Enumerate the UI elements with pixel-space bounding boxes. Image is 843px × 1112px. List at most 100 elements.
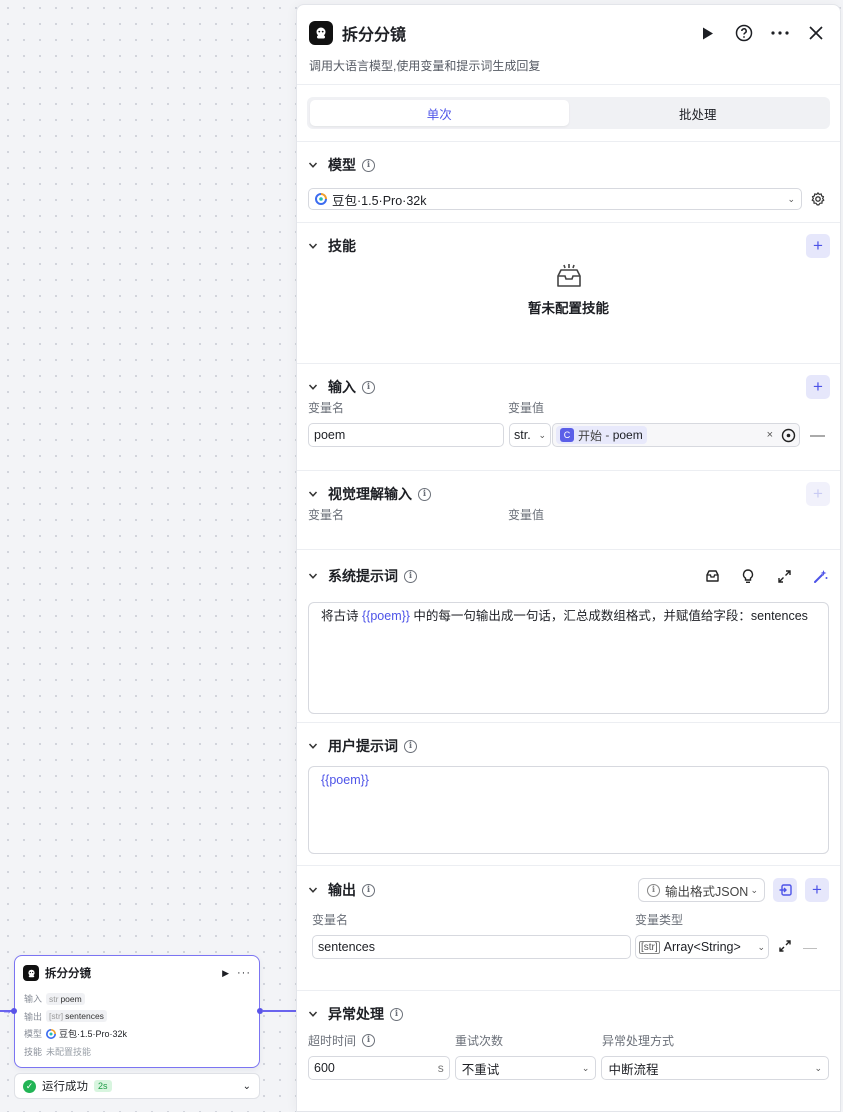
info-icon[interactable]: i (404, 739, 417, 753)
panel-description: 调用大语言模型,使用变量和提示词生成回复 (309, 59, 541, 73)
info-icon[interactable]: i (362, 1033, 376, 1047)
output-name-field[interactable]: sentences (312, 935, 631, 959)
add-vision-input-button[interactable]: + (806, 482, 830, 506)
remove-output-icon[interactable]: — (803, 939, 817, 955)
chevron-down-icon: ⌄ (581, 1062, 590, 1073)
remove-input-icon[interactable]: — (810, 427, 825, 444)
info-icon: i (647, 883, 660, 897)
run-button[interactable] (696, 21, 720, 45)
input-section: 输入 i + 变量名 变量值 poem str. ⌄ C 开始 - poem ×… (297, 364, 840, 471)
node-input-port[interactable] (11, 1008, 17, 1014)
col-variable-value: 变量值 (508, 400, 545, 415)
chevron-down-icon[interactable] (308, 160, 318, 170)
chevron-down-icon: ⌄ (750, 884, 758, 895)
input-name-field[interactable]: poem (308, 423, 504, 447)
more-icon[interactable] (768, 21, 792, 45)
vision-input-section: 视觉理解输入 i + 变量名 变量值 (297, 471, 840, 550)
help-icon[interactable] (732, 21, 756, 45)
reference-tag: C 开始 - poem (556, 426, 647, 444)
retry-select[interactable]: 不重试 ⌄ (454, 1056, 597, 1080)
chevron-down-icon[interactable]: ⌄ (243, 1081, 251, 1092)
mode-tabs: 单次 批处理 (307, 97, 830, 129)
expand-icon[interactable] (779, 939, 791, 955)
output-tag: [str] sentences (46, 1010, 107, 1023)
add-skill-button[interactable]: + (806, 234, 830, 258)
skills-section: 技能 + 暂未配置技能 (297, 223, 840, 364)
input-tag: str poem (46, 992, 85, 1005)
model-section: 模型 i 豆包·1.5·Pro·32k ⌄ (297, 142, 840, 223)
user-prompt-section: 用户提示词 i {{poem}} (297, 723, 840, 866)
node-row-input: 输入 str poem (15, 990, 259, 1008)
system-prompt-editor[interactable]: 将古诗 {{poem}} 中的每一句输出成一句话，汇总成数组格式，并赋值给字段：… (308, 602, 829, 714)
input-type-select[interactable]: str. ⌄ (509, 423, 551, 447)
chevron-down-icon[interactable] (308, 241, 318, 251)
llm-logo-icon (23, 965, 39, 981)
close-icon[interactable] (804, 21, 828, 45)
tab-batch[interactable]: 批处理 (569, 100, 828, 126)
exception-handle-select[interactable]: 中断流程 ⌄ (601, 1056, 829, 1080)
node-output-port[interactable] (257, 1008, 263, 1014)
chevron-down-icon[interactable] (308, 741, 318, 751)
info-icon[interactable]: i (362, 158, 375, 172)
info-icon[interactable]: i (418, 487, 431, 501)
start-node-icon: C (560, 428, 574, 442)
run-status-bar[interactable]: ✓ 运行成功 2s ⌄ (14, 1073, 260, 1099)
chevron-down-icon[interactable] (308, 571, 318, 581)
info-icon[interactable]: i (362, 380, 375, 394)
add-input-button[interactable]: + (806, 375, 830, 399)
success-check-icon: ✓ (23, 1079, 36, 1093)
user-prompt-editor[interactable]: {{poem}} (308, 766, 829, 854)
panel-title[interactable]: 拆分分镜 (342, 21, 684, 45)
ai-optimize-icon[interactable] (811, 567, 829, 585)
chevron-down-icon[interactable] (308, 382, 318, 392)
node-title: 拆分分镜 (45, 968, 91, 980)
node-more-icon[interactable]: ··· (237, 967, 251, 979)
outgoing-edge (263, 1010, 296, 1012)
info-icon[interactable]: i (362, 883, 375, 897)
prompt-library-icon[interactable] (703, 567, 721, 585)
prompt-variable: {{poem}} (321, 773, 369, 787)
node-row-output: 输出 [str] sentences (15, 1008, 259, 1026)
chevron-down-icon: ⌄ (814, 1062, 822, 1073)
chevron-down-icon: ⌄ (538, 429, 546, 440)
input-reference-field[interactable]: C 开始 - poem × (552, 423, 800, 447)
output-type-select[interactable]: [str] Array<String> ⌄ (635, 935, 769, 959)
add-output-button[interactable]: + (805, 878, 829, 902)
clear-icon[interactable]: × (767, 429, 773, 441)
prompt-variable: {{poem}} (361, 609, 410, 623)
node-row-skills: 技能 未配置技能 (24, 1046, 92, 1057)
system-prompt-section: 系统提示词 i 将古诗 {{poem}} 中的每一句输出成一句话，汇总成数组格式… (297, 550, 840, 723)
chevron-down-icon: ⌄ (787, 193, 795, 204)
exception-section: 异常处理 i 超时时间 i 重试次数 异常处理方式 600 s 不重试 ⌄ 中断流… (297, 991, 840, 1111)
chevron-down-icon[interactable] (308, 885, 318, 895)
panel-header: 拆分分镜 调用大语言模型,使用变量和提示词生成回复 (297, 5, 840, 85)
array-type-icon: [str] (639, 940, 660, 954)
doubao-model-icon (315, 193, 327, 205)
chevron-down-icon[interactable] (308, 489, 318, 499)
expand-icon[interactable] (775, 567, 793, 585)
empty-box-icon (556, 264, 581, 287)
node-config-panel: 拆分分镜 调用大语言模型,使用变量和提示词生成回复 单次 批处理 模型 i 豆包… (296, 4, 841, 1112)
run-time-badge: 2s (94, 1080, 112, 1092)
info-icon[interactable]: i (390, 1007, 403, 1021)
tab-single[interactable]: 单次 (310, 100, 569, 126)
chevron-down-icon[interactable] (308, 1009, 318, 1019)
timeout-input[interactable]: 600 s (308, 1056, 450, 1080)
llm-node-card[interactable]: 拆分分镜 ▶ ··· 输入 str poem 输出 [str] sentences … (11, 955, 263, 1068)
gear-icon[interactable] (811, 192, 825, 206)
output-section: 输出 i i 输出格式JSON ⌄ + 变量名 变量类型 sentences [… (297, 866, 840, 991)
model-select[interactable]: 豆包·1.5·Pro·32k ⌄ (308, 188, 802, 210)
info-icon[interactable]: i (404, 569, 417, 583)
run-status-text: 运行成功 (42, 1081, 88, 1093)
node-row-model: 模型 豆包·1.5·Pro·32k (24, 1028, 128, 1040)
col-variable-name: 变量名 (308, 400, 345, 415)
node-run-icon[interactable]: ▶ (222, 968, 229, 979)
doubao-model-icon (46, 1028, 56, 1039)
import-output-button[interactable] (773, 878, 797, 902)
target-icon[interactable] (781, 428, 796, 443)
llm-logo-icon (309, 21, 333, 45)
lightbulb-icon[interactable] (739, 567, 757, 585)
skills-empty-text: 暂未配置技能 (528, 301, 609, 316)
output-format-select[interactable]: i 输出格式JSON ⌄ (638, 878, 765, 902)
chevron-down-icon: ⌄ (757, 941, 765, 952)
